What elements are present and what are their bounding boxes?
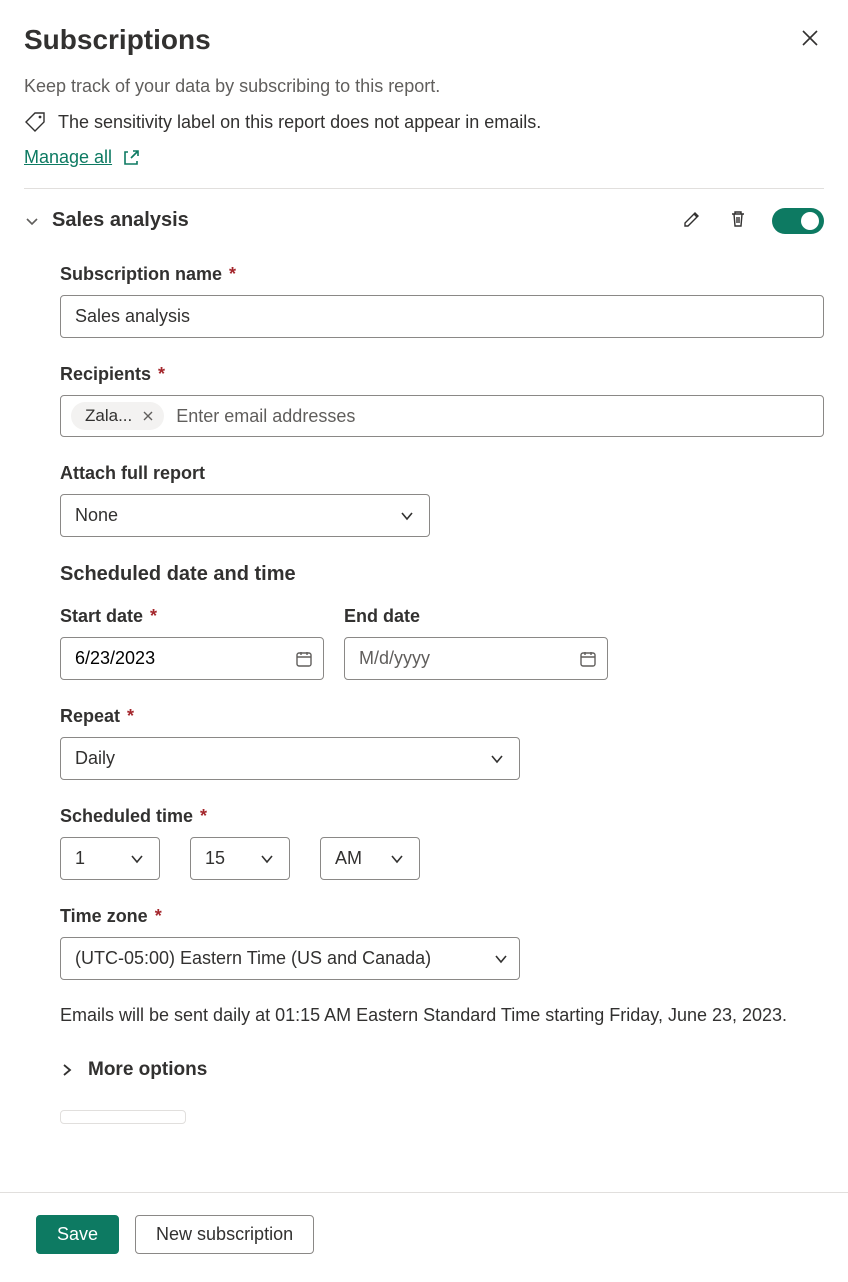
delete-button[interactable]	[726, 207, 750, 234]
timezone-select[interactable]: (UTC-05:00) Eastern Time (US and Canada)	[60, 937, 520, 980]
save-button[interactable]: Save	[36, 1215, 119, 1254]
chevron-down-icon[interactable]	[24, 213, 40, 229]
chevron-down-icon	[489, 751, 505, 767]
scheduled-time-label: Scheduled time *	[60, 806, 824, 827]
repeat-label: Repeat *	[60, 706, 824, 727]
sensitivity-text: The sensitivity label on this report doe…	[58, 112, 541, 133]
x-icon	[142, 410, 154, 422]
recipient-chip-label: Zala...	[85, 406, 132, 426]
subscription-name-input[interactable]	[60, 295, 824, 338]
recipients-input[interactable]	[176, 406, 813, 427]
external-link-icon	[122, 149, 140, 167]
chevron-down-icon	[399, 508, 415, 524]
sensitivity-notice: The sensitivity label on this report doe…	[24, 111, 824, 133]
more-options-label: More options	[88, 1059, 207, 1081]
footer: Save New subscription	[0, 1192, 848, 1276]
timezone-value: (UTC-05:00) Eastern Time (US and Canada)	[75, 948, 431, 969]
repeat-select[interactable]: Daily	[60, 737, 520, 780]
minute-select[interactable]: 15	[190, 837, 290, 880]
recipient-chip: Zala...	[71, 402, 164, 430]
chevron-right-icon	[60, 1063, 74, 1077]
new-subscription-button[interactable]: New subscription	[135, 1215, 314, 1254]
hour-select[interactable]: 1	[60, 837, 160, 880]
end-date-input[interactable]	[344, 637, 608, 680]
manage-all-label: Manage all	[24, 147, 112, 168]
timezone-label: Time zone *	[60, 906, 824, 927]
manage-all-link[interactable]: Manage all	[24, 147, 140, 168]
chevron-down-icon	[389, 851, 405, 867]
page-title: Subscriptions	[24, 24, 211, 56]
trash-icon	[728, 209, 748, 229]
tag-icon	[24, 111, 46, 133]
close-icon	[800, 28, 820, 48]
schedule-section-title: Scheduled date and time	[60, 563, 824, 586]
remove-recipient-button[interactable]	[142, 410, 154, 422]
edit-button[interactable]	[680, 207, 704, 234]
attach-label: Attach full report	[60, 463, 824, 484]
chevron-down-icon	[493, 951, 509, 967]
ampm-value: AM	[335, 848, 362, 869]
chevron-down-icon	[129, 851, 145, 867]
chevron-down-icon	[259, 851, 275, 867]
page-subtitle: Keep track of your data by subscribing t…	[24, 76, 824, 97]
name-label: Subscription name *	[60, 264, 824, 285]
recipients-label: Recipients *	[60, 364, 824, 385]
more-options-toggle[interactable]: More options	[60, 1059, 207, 1081]
ampm-select[interactable]: AM	[320, 837, 420, 880]
attach-value: None	[75, 505, 118, 526]
cutoff-element	[60, 1110, 186, 1124]
enabled-toggle[interactable]	[772, 208, 824, 234]
subscription-item-title: Sales analysis	[52, 209, 189, 232]
hour-value: 1	[75, 848, 85, 869]
end-date-label: End date	[344, 606, 608, 627]
divider	[24, 188, 824, 189]
schedule-summary: Emails will be sent daily at 01:15 AM Ea…	[60, 1002, 824, 1029]
close-button[interactable]	[796, 24, 824, 55]
pencil-icon	[682, 209, 702, 229]
start-date-input[interactable]	[60, 637, 324, 680]
attach-select[interactable]: None	[60, 494, 430, 537]
minute-value: 15	[205, 848, 225, 869]
recipients-field[interactable]: Zala...	[60, 395, 824, 437]
start-date-label: Start date *	[60, 606, 324, 627]
repeat-value: Daily	[75, 748, 115, 769]
